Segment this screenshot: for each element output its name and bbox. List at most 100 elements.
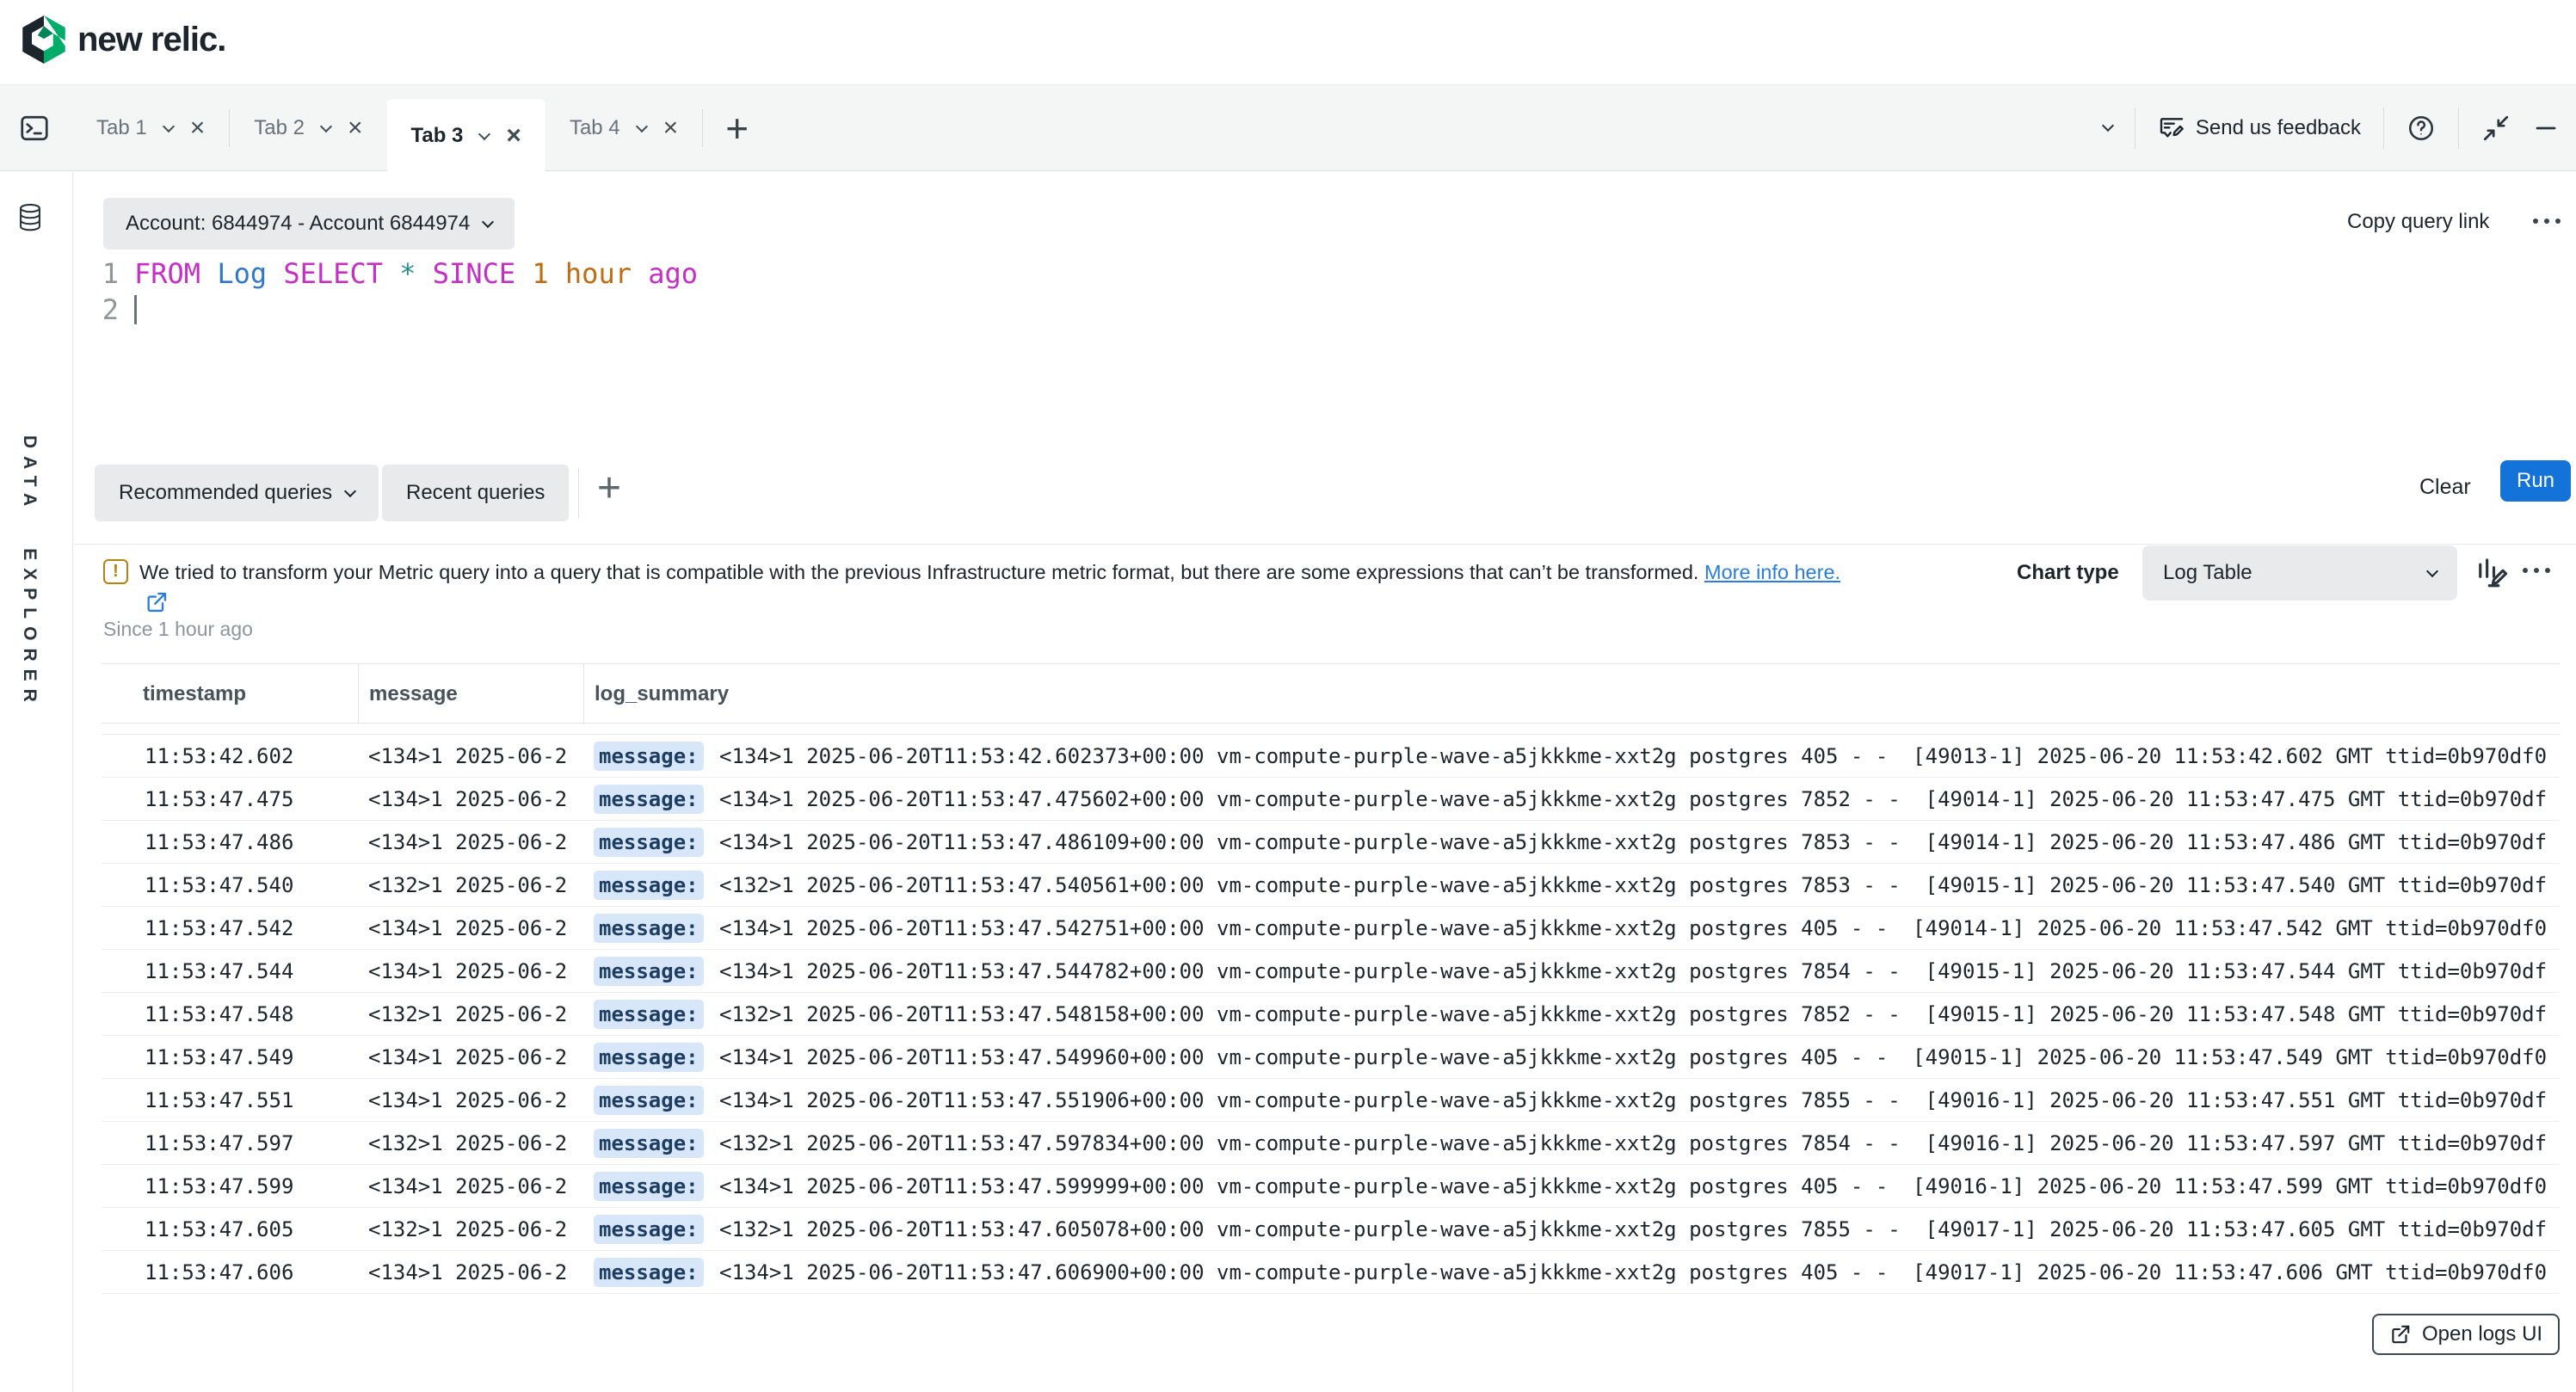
- close-icon[interactable]: ×: [663, 115, 679, 141]
- add-tab-button plus-icon[interactable]: +: [703, 85, 771, 171]
- cell-log-summary: message: <134>1 2025-06-20T11:53:47.5999…: [583, 1172, 2560, 1201]
- tab-1[interactable]: Tab 1 ×: [72, 85, 229, 171]
- cell-message: <134>1 2025-06-2: [358, 1260, 583, 1284]
- cell-log-summary: message: <132>1 2025-06-20T11:53:47.6050…: [583, 1215, 2560, 1244]
- data-explorer-rail-label[interactable]: DATA EXPLORER: [19, 435, 40, 710]
- close-icon[interactable]: ×: [506, 123, 521, 149]
- cell-log-summary: message: <134>1 2025-06-20T11:53:42.6023…: [583, 742, 2560, 771]
- account-selector[interactable]: Account: 6844974 - Account 6844974: [103, 198, 515, 249]
- tab-4[interactable]: Tab 4×: [545, 85, 702, 171]
- table-row[interactable]: 11:53:47.606 <134>1 2025-06-2 message: <…: [102, 1251, 2560, 1294]
- chevron-down-icon[interactable]: [478, 127, 490, 139]
- close-icon[interactable]: ×: [348, 115, 363, 141]
- cell-message: <134>1 2025-06-2: [358, 916, 583, 940]
- external-link-icon[interactable]: [145, 590, 169, 614]
- cell-message: <132>1 2025-06-2: [358, 1002, 583, 1026]
- cell-log-summary: message: <134>1 2025-06-20T11:53:47.5519…: [583, 1086, 2560, 1115]
- message-key-chip: message:: [594, 1086, 704, 1115]
- cell-log-summary: message: <132>1 2025-06-20T11:53:47.5481…: [583, 1000, 2560, 1029]
- minimize-icon[interactable]: [2533, 115, 2559, 141]
- chevron-down-icon[interactable]: [2102, 120, 2114, 132]
- external-link-icon: [2389, 1323, 2412, 1346]
- message-key-chip: message:: [594, 1215, 704, 1244]
- chevron-down-icon: [2426, 564, 2438, 576]
- tab-3[interactable]: Tab 3×: [387, 99, 545, 172]
- left-rail: DATA EXPLORER: [0, 172, 73, 1392]
- cell-message: <134>1 2025-06-2: [358, 787, 583, 811]
- new-relic-logo-icon: [22, 15, 65, 64]
- send-feedback-button[interactable]: Send us feedback: [2158, 114, 2361, 142]
- recent-queries-button[interactable]: Recent queries: [382, 465, 569, 521]
- table-row[interactable]: 11:53:47.548 <132>1 2025-06-2 message: <…: [102, 993, 2560, 1036]
- close-icon[interactable]: ×: [190, 115, 206, 141]
- cell-timestamp: 11:53:47.475: [102, 787, 358, 811]
- table-row[interactable]: 11:53:47.597 <132>1 2025-06-2 message: <…: [102, 1122, 2560, 1165]
- open-logs-ui-button[interactable]: Open logs UI: [2372, 1314, 2560, 1355]
- message-key-chip: message:: [594, 1043, 704, 1072]
- kebab-icon[interactable]: [2523, 568, 2550, 573]
- chevron-down-icon[interactable]: [636, 120, 648, 132]
- table-row[interactable]: 11:53:42.602 <134>1 2025-06-2 message: <…: [102, 735, 2560, 778]
- cell-timestamp: 11:53:47.597: [102, 1131, 358, 1155]
- log-text: <134>1 2025-06-20T11:53:47.542751+00:00 …: [707, 916, 2547, 940]
- log-text: <134>1 2025-06-20T11:53:47.544782+00:00 …: [707, 959, 2547, 983]
- chart-type-select[interactable]: Log Table: [2142, 545, 2457, 601]
- log-text: <132>1 2025-06-20T11:53:47.548158+00:00 …: [707, 1002, 2547, 1026]
- chevron-down-icon[interactable]: [163, 120, 175, 132]
- cell-message: <134>1 2025-06-2: [358, 1045, 583, 1069]
- table-row[interactable]: 11:53:47.599 <134>1 2025-06-2 message: <…: [102, 1165, 2560, 1208]
- clear-button[interactable]: Clear: [2419, 475, 2471, 500]
- chevron-down-icon[interactable]: [320, 120, 332, 132]
- collapse-icon[interactable]: [2481, 114, 2511, 143]
- help-icon[interactable]: [2407, 114, 2436, 143]
- log-text: <134>1 2025-06-20T11:53:42.602373+00:00 …: [707, 744, 2547, 768]
- new-relic-logo: new relic.: [22, 15, 225, 64]
- message-key-chip: message:: [594, 871, 704, 900]
- transform-warning-text: We tried to transform your Metric query …: [139, 561, 1840, 584]
- log-text: <132>1 2025-06-20T11:53:47.605078+00:00 …: [707, 1217, 2547, 1241]
- cell-timestamp: 11:53:47.605: [102, 1217, 358, 1241]
- log-table: timestamp message log_summary 11:53:42.6…: [102, 663, 2560, 1294]
- line-number: 2: [86, 292, 134, 328]
- table-body: 11:53:42.602 <134>1 2025-06-2 message: <…: [102, 735, 2560, 1294]
- recent-queries-label: Recent queries: [406, 481, 545, 505]
- message-key-chip: message:: [594, 1172, 704, 1201]
- more-info-link[interactable]: More info here.: [1704, 561, 1840, 583]
- table-row[interactable]: 11:53:47.605 <132>1 2025-06-2 message: <…: [102, 1208, 2560, 1251]
- warning-icon: !: [103, 559, 128, 584]
- nrql-editor[interactable]: 1 FROM Log SELECT * SINCE 1 hour ago 2: [86, 256, 698, 328]
- table-row[interactable]: 11:53:47.542 <134>1 2025-06-2 message: <…: [102, 907, 2560, 950]
- cell-message: <134>1 2025-06-2: [358, 959, 583, 983]
- copy-query-link-button[interactable]: Copy query link: [2347, 210, 2489, 234]
- tab-2[interactable]: Tab 2×: [230, 85, 386, 171]
- table-row[interactable]: 11:53:47.475 <134>1 2025-06-2 message: <…: [102, 778, 2560, 821]
- column-header-timestamp[interactable]: timestamp: [102, 682, 358, 706]
- column-header-log-summary[interactable]: log_summary: [583, 664, 2560, 724]
- cell-log-summary: message: <134>1 2025-06-20T11:53:47.4756…: [583, 785, 2560, 814]
- cell-timestamp: 11:53:47.548: [102, 1002, 358, 1026]
- chart-edit-icon[interactable]: [2473, 554, 2509, 590]
- table-row[interactable]: 11:53:47.549 <134>1 2025-06-2 message: <…: [102, 1036, 2560, 1079]
- kebab-icon[interactable]: [2533, 219, 2561, 224]
- cell-log-summary: message: <134>1 2025-06-20T11:53:47.5427…: [583, 914, 2560, 943]
- table-row[interactable]: 11:53:47.544 <134>1 2025-06-2 message: <…: [102, 950, 2560, 993]
- table-row[interactable]: 11:53:47.486 <134>1 2025-06-2 message: <…: [102, 821, 2560, 864]
- cell-message: <132>1 2025-06-2: [358, 873, 583, 897]
- cell-message: <132>1 2025-06-2: [358, 1131, 583, 1155]
- column-header-message[interactable]: message: [358, 664, 583, 724]
- chart-type-value: Log Table: [2163, 561, 2252, 585]
- query-tab-bar: Tab 1×Tab 2×Tab 3×Tab 4×+ Send us feedba…: [0, 85, 2576, 171]
- chevron-down-icon: [482, 215, 494, 227]
- table-row[interactable]: 11:53:47.540 <132>1 2025-06-2 message: <…: [102, 864, 2560, 907]
- chevron-down-icon: [344, 484, 356, 496]
- tab-label: Tab 1: [96, 116, 147, 140]
- recommended-queries-button[interactable]: Recommended queries: [95, 465, 379, 521]
- table-row[interactable]: 11:53:47.551 <134>1 2025-06-2 message: <…: [102, 1079, 2560, 1122]
- add-query-button plus-icon[interactable]: +: [597, 465, 621, 512]
- feedback-icon: [2158, 114, 2185, 142]
- console-icon[interactable]: [19, 113, 50, 144]
- cell-message: <134>1 2025-06-2: [358, 744, 583, 768]
- database-icon[interactable]: [17, 203, 43, 232]
- run-button[interactable]: Run: [2500, 460, 2571, 502]
- cell-message: <134>1 2025-06-2: [358, 1174, 583, 1198]
